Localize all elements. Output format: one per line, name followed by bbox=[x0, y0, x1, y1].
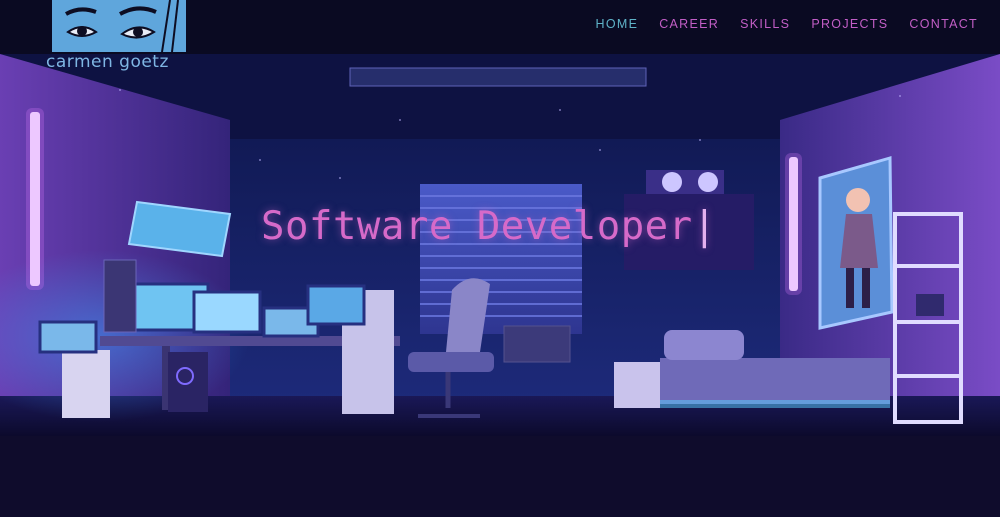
typing-cursor: | bbox=[692, 204, 717, 249]
top-navbar: carmen goetz HOME CAREER SKILLS PROJECTS… bbox=[0, 0, 1000, 72]
nav-contact[interactable]: CONTACT bbox=[909, 17, 978, 31]
nav-projects[interactable]: PROJECTS bbox=[811, 17, 888, 31]
page-footer-band bbox=[0, 436, 1000, 517]
main-nav: HOME CAREER SKILLS PROJECTS CONTACT bbox=[596, 17, 978, 31]
nav-career[interactable]: CAREER bbox=[659, 17, 719, 31]
hero-headline: Software Developer| bbox=[261, 204, 717, 249]
headline-text: Software Developer bbox=[261, 204, 693, 249]
site-logo[interactable]: carmen goetz bbox=[44, 0, 192, 74]
face-eyes-icon bbox=[52, 0, 186, 52]
nav-skills[interactable]: SKILLS bbox=[740, 17, 790, 31]
logo-text: carmen goetz bbox=[46, 52, 169, 72]
nav-home[interactable]: HOME bbox=[596, 17, 639, 31]
